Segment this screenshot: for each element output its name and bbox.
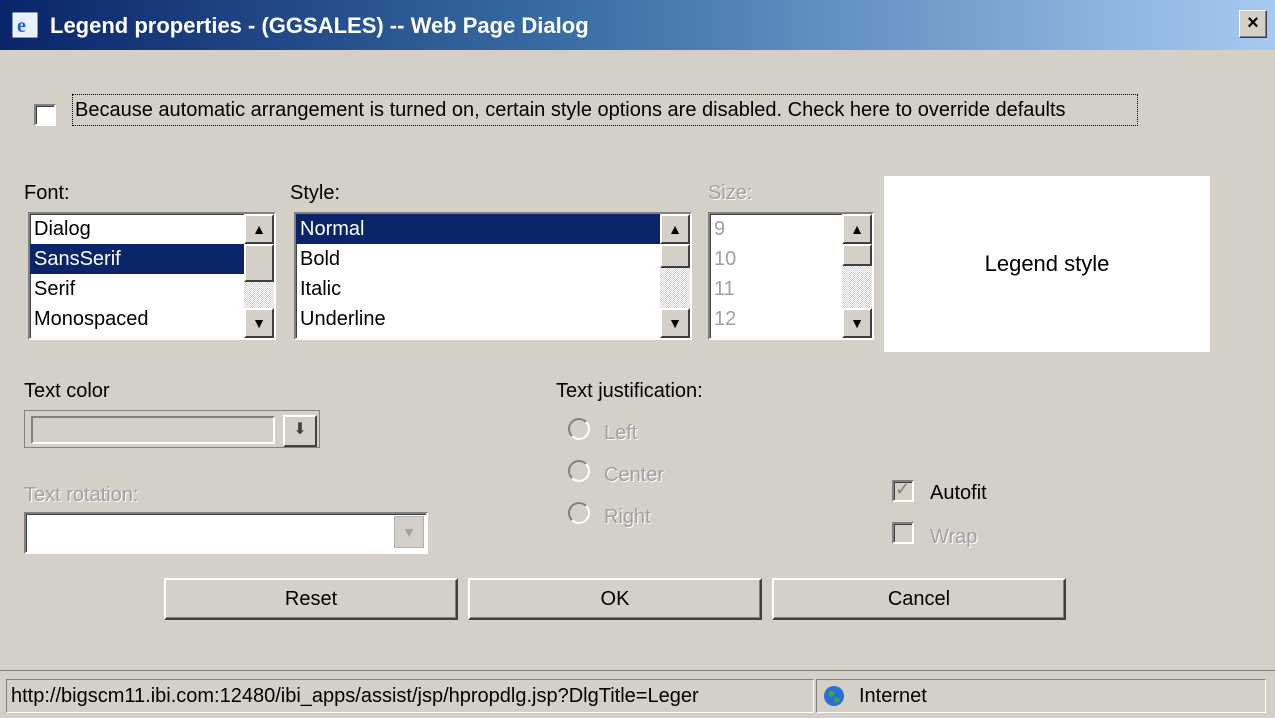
- ok-button[interactable]: OK: [468, 578, 762, 620]
- cancel-button[interactable]: Cancel: [772, 578, 1066, 620]
- radio-right-label: Right: [604, 506, 651, 528]
- style-listbox[interactable]: Normal Bold Italic Underline ▲ ▼: [294, 212, 692, 340]
- font-label: Font:: [24, 182, 70, 204]
- list-item[interactable]: Bold: [296, 244, 690, 274]
- scroll-thumb[interactable]: [244, 244, 274, 282]
- text-color-picker[interactable]: ⬇: [24, 410, 320, 448]
- list-item[interactable]: Underline: [296, 304, 690, 334]
- list-item[interactable]: Italic: [296, 274, 690, 304]
- override-checkbox[interactable]: [34, 104, 56, 126]
- list-item[interactable]: SansSerif: [30, 244, 274, 274]
- font-scrollbar[interactable]: ▲ ▼: [244, 214, 274, 338]
- autofit-label: Autofit: [930, 482, 987, 504]
- arrow-down-icon: ▼: [394, 516, 424, 548]
- radio-left-label: Left: [604, 422, 638, 444]
- size-label: Size:: [708, 182, 753, 204]
- arrow-down-icon: ▼: [842, 308, 872, 338]
- autofit-checkbox: ✓: [892, 479, 914, 502]
- style-label: Style:: [290, 182, 341, 204]
- security-zone: Internet: [816, 679, 1266, 713]
- checkmark-icon: ✓: [895, 479, 911, 499]
- arrow-down-icon[interactable]: ▼: [660, 308, 690, 338]
- scroll-thumb[interactable]: [660, 244, 690, 268]
- zone-label: Internet: [859, 685, 927, 707]
- ie-icon: e: [12, 12, 38, 38]
- radio-center-label: Center: [604, 464, 665, 486]
- wrap-label: Wrap: [930, 526, 978, 548]
- text-color-label: Text color: [24, 380, 110, 402]
- radio-right: [568, 502, 590, 524]
- status-url: http://bigscm11.ibi.com:12480/ibi_apps/a…: [6, 679, 814, 713]
- close-button[interactable]: ×: [1239, 10, 1267, 38]
- wrap-checkbox: [892, 522, 914, 544]
- window-title: Legend properties - (GGSALES) -- Web Pag…: [50, 13, 589, 38]
- text-rotation-label: Text rotation:: [24, 484, 139, 506]
- arrow-up-icon[interactable]: ▲: [244, 214, 274, 244]
- override-label[interactable]: Because automatic arrangement is turned …: [72, 94, 1138, 126]
- reset-button[interactable]: Reset: [164, 578, 458, 620]
- legend-style-preview: Legend style: [884, 176, 1210, 352]
- close-icon: ×: [1247, 12, 1259, 34]
- size-listbox: 9 10 11 12 ▲ ▼: [708, 212, 874, 340]
- list-item[interactable]: Normal: [296, 214, 660, 244]
- arrow-down-icon[interactable]: ▼: [244, 308, 274, 338]
- list-item[interactable]: Dialog: [30, 214, 274, 244]
- color-swatch[interactable]: [31, 416, 275, 444]
- font-listbox[interactable]: Dialog SansSerif Serif Monospaced ▲ ▼: [28, 212, 276, 340]
- text-justification-label: Text justification:: [556, 380, 703, 402]
- dialog-body: Because automatic arrangement is turned …: [0, 50, 1275, 670]
- text-rotation-select: ▼: [24, 512, 428, 554]
- status-bar: http://bigscm11.ibi.com:12480/ibi_apps/a…: [0, 670, 1275, 718]
- size-scrollbar: ▲ ▼: [842, 214, 872, 338]
- arrow-up-icon: ▲: [842, 214, 872, 244]
- radio-center: [568, 460, 590, 482]
- scroll-thumb: [842, 244, 872, 266]
- title-bar: e Legend properties - (GGSALES) -- Web P…: [0, 0, 1275, 50]
- svg-text:e: e: [17, 15, 26, 37]
- globe-icon: [824, 686, 844, 706]
- arrow-down-icon[interactable]: ⬇: [283, 415, 317, 447]
- arrow-up-icon[interactable]: ▲: [660, 214, 690, 244]
- list-item[interactable]: Serif: [30, 274, 274, 304]
- radio-left: [568, 418, 590, 440]
- style-scrollbar[interactable]: ▲ ▼: [660, 214, 690, 338]
- list-item[interactable]: Monospaced: [30, 304, 274, 334]
